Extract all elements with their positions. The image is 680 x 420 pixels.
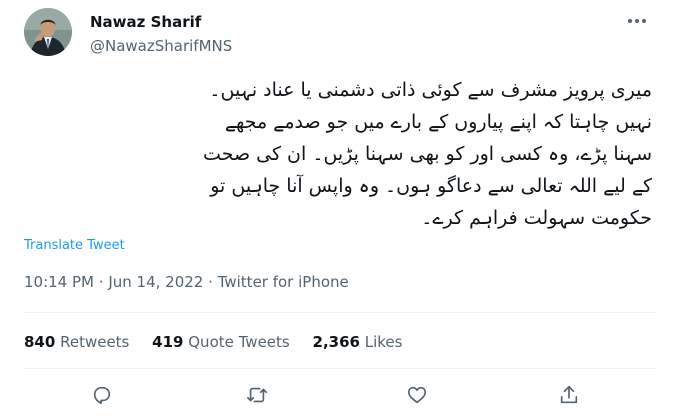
tweet-text-line: حکومت سہولت فراہم کرے۔: [421, 207, 652, 229]
quote-tweets-label: Quote Tweets: [188, 333, 290, 351]
quote-tweets-stat[interactable]: 419 Quote Tweets: [152, 333, 290, 351]
likes-label: Likes: [364, 333, 403, 351]
retweet-icon[interactable]: [240, 378, 274, 412]
like-icon[interactable]: [400, 378, 434, 412]
retweets-count: 840: [24, 333, 56, 351]
avatar-image: [24, 8, 72, 56]
meta-separator: ·: [208, 273, 213, 291]
retweets-label: Retweets: [60, 333, 130, 351]
likes-count: 2,366: [312, 333, 360, 351]
tweet: Nawaz Sharif @NawazSharifMNS میری پرویز …: [0, 0, 680, 420]
tweet-meta: 10:14 PM · Jun 14, 2022 · Twitter for iP…: [24, 272, 349, 292]
share-icon[interactable]: [552, 378, 586, 412]
tweet-actions: [0, 378, 680, 412]
divider: [24, 312, 656, 313]
tweet-text-line: میری پرویز مشرف سے کوئی ذاتی دشمنی یا عن…: [209, 79, 652, 101]
author-handle[interactable]: @NawazSharifMNS: [90, 36, 232, 56]
tweet-date[interactable]: Jun 14, 2022: [108, 273, 203, 291]
tweet-text: میری پرویز مشرف سے کوئی ذاتی دشمنی یا عن…: [22, 74, 652, 234]
reply-icon[interactable]: [85, 378, 119, 412]
tweet-text-line: کے لیے اللہ تعالی سے دعاگو ہوں۔ وہ واپس …: [210, 175, 652, 197]
tweet-source[interactable]: Twitter for iPhone: [218, 273, 349, 291]
meta-separator: ·: [98, 273, 104, 291]
more-dots-icon[interactable]: [626, 12, 648, 30]
avatar[interactable]: [24, 8, 72, 56]
tweet-text-line: سہنا پڑے، وہ کسی اور کو بھی سہنا پڑیں۔ ا…: [203, 143, 652, 165]
translate-tweet-link[interactable]: Translate Tweet: [24, 238, 125, 253]
author-name[interactable]: Nawaz Sharif: [90, 12, 232, 32]
quote-tweets-count: 419: [152, 333, 184, 351]
retweets-stat[interactable]: 840 Retweets: [24, 333, 129, 351]
tweet-stats: 840 Retweets 419 Quote Tweets 2,366 Like…: [24, 332, 420, 352]
tweet-text-line: نہیں چاہتا کہ اپنے پیاروں کے بارے میں جو…: [224, 111, 652, 133]
likes-stat[interactable]: 2,366 Likes: [313, 333, 403, 351]
tweet-time[interactable]: 10:14 PM: [24, 273, 94, 291]
divider: [24, 368, 656, 369]
author-block: Nawaz Sharif @NawazSharifMNS: [90, 12, 232, 56]
